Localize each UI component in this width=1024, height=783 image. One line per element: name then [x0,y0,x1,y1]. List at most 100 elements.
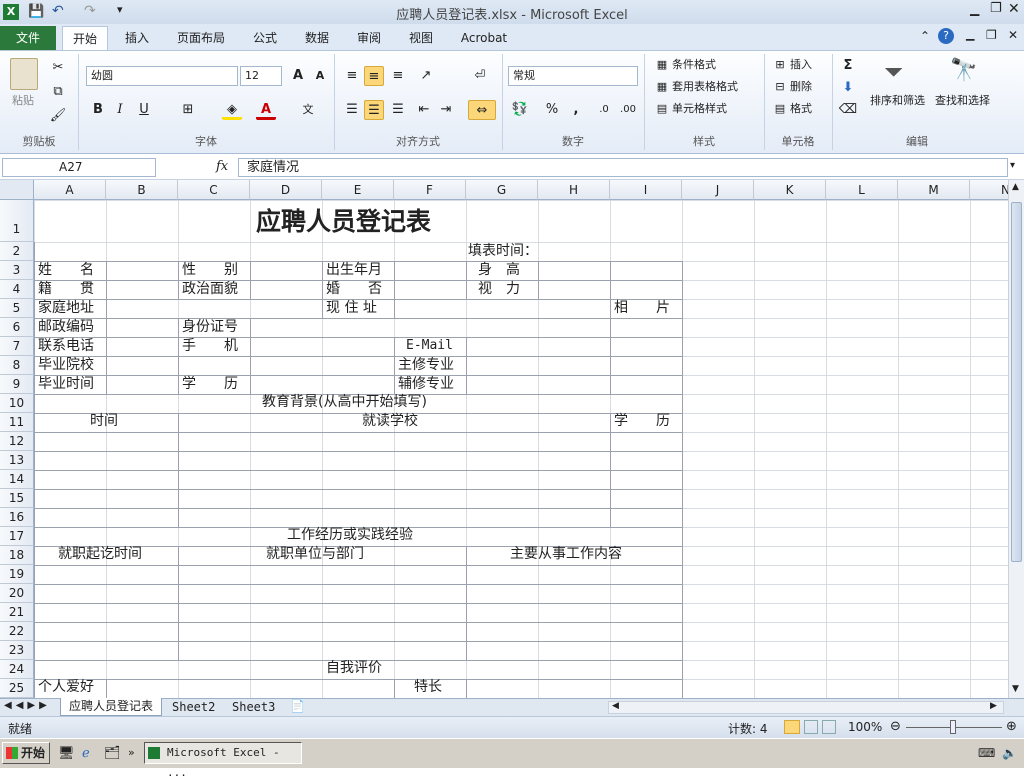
label-degree[interactable]: 学 历 [182,375,238,393]
tray-volume-icon[interactable]: 🔈 [1002,746,1017,760]
label-gender[interactable]: 性 别 [182,261,238,279]
tab-review[interactable]: 审阅 [348,26,390,50]
accounting-icon[interactable]: 💱 [510,100,530,120]
scroll-left-icon[interactable]: ◀ [612,701,619,711]
label-minor[interactable]: 辅修专业 [398,375,454,393]
cell-style-button[interactable]: 单元格样式 [672,102,727,116]
label-photo[interactable]: 相 片 [614,299,670,317]
label-zip[interactable]: 邮政编码 [38,318,94,336]
align-bottom-icon[interactable]: ≡ [388,66,408,86]
paste-button[interactable]: 粘贴 [12,94,34,108]
row-header[interactable]: 8 [0,356,34,375]
tab-home[interactable]: 开始 [62,26,108,50]
wrap-text-icon[interactable]: ⏎ [470,66,490,86]
label-address[interactable]: 家庭地址 [38,299,94,317]
label-specialty[interactable]: 特长 [414,678,442,696]
row-header[interactable]: 21 [0,603,34,622]
column-header[interactable]: H [538,180,610,200]
minimize-icon[interactable]: ▁ [970,2,979,16]
page-break-view-icon[interactable] [822,720,836,734]
name-box[interactable]: A27 [2,158,156,177]
label-phone[interactable]: 联系电话 [38,337,94,355]
tab-view[interactable]: 视图 [400,26,442,50]
quicklaunch-other-icon[interactable]: 🗂 [104,746,121,761]
row-header[interactable]: 18 [0,546,34,565]
taskbar-excel-button[interactable]: Microsoft Excel - ... [144,742,302,779]
row-header[interactable]: 15 [0,489,34,508]
label-mobile[interactable]: 手 机 [182,337,238,355]
column-header[interactable]: M [898,180,970,200]
label-school[interactable]: 毕业院校 [38,356,94,374]
label-grad-time[interactable]: 毕业时间 [38,375,94,393]
row-header[interactable]: 2 [0,242,34,261]
restore-icon[interactable]: ❐ [990,1,1002,16]
label-major[interactable]: 主修专业 [398,356,454,374]
row-header[interactable]: 3 [0,261,34,280]
grow-font-icon[interactable]: A [288,66,308,86]
formula-input[interactable]: 家庭情况 [238,158,1008,177]
phonetic-icon[interactable]: 文 [298,100,318,120]
align-center-icon[interactable]: ☰ [364,100,384,120]
doc-restore-icon[interactable]: ❐ [986,28,997,42]
paste-icon[interactable] [10,58,38,90]
close-icon[interactable]: ✕ [1008,1,1020,17]
label-degree-2[interactable]: 学 历 [614,412,670,430]
row-header[interactable]: 23 [0,641,34,660]
fill-time-label[interactable]: 填表时间： [468,242,538,260]
tab-acrobat[interactable]: Acrobat [454,26,514,50]
increase-decimal-icon[interactable]: .0 [594,100,614,120]
delete-cells-button[interactable]: 删除 [790,80,812,94]
tab-insert[interactable]: 插入 [116,26,158,50]
scroll-right-icon[interactable]: ▶ [990,701,997,711]
select-all-corner[interactable] [0,180,34,200]
sheet-tab-3[interactable]: Sheet3 [232,699,275,716]
label-height[interactable]: 身 高 [478,261,520,279]
column-header[interactable]: B [106,180,178,200]
zoom-level[interactable]: 100% [848,720,882,734]
borders-icon[interactable]: ⊞ [178,100,198,120]
label-work-unit[interactable]: 就职单位与部门 [266,545,364,563]
merge-center-icon[interactable]: ⇔ [468,100,496,120]
row-header[interactable]: 22 [0,622,34,641]
section-work-experience[interactable]: 工作经历或实践经验 [287,526,413,544]
label-school-attended[interactable]: 就读学校 [362,412,418,430]
fill-color-icon[interactable]: ◈ [222,100,242,120]
column-header[interactable]: N [970,180,1008,200]
section-education[interactable]: 教育背景(从高中开始填写) [262,393,427,411]
label-vision[interactable]: 视 力 [478,280,520,298]
worksheet-grid[interactable]: ABCDEFGHIJKLMN 1 2 3 4 5 6 7 8 9 10 11 12 13 14 15 16 17… [0,180,1008,698]
row-header[interactable]: 19 [0,565,34,584]
align-left-icon[interactable]: ☰ [342,100,362,120]
comma-icon[interactable]: , [566,100,586,120]
underline-icon[interactable]: U [134,100,154,120]
label-name[interactable]: 姓 名 [38,261,94,279]
column-header[interactable]: D [250,180,322,200]
label-native[interactable]: 籍 贯 [38,280,94,298]
tab-page-layout[interactable]: 页面布局 [170,26,232,50]
scroll-up-icon[interactable]: ▲ [1012,182,1019,192]
label-work-period[interactable]: 就职起讫时间 [58,545,142,563]
insert-function-icon[interactable]: fx [216,159,228,174]
label-politics[interactable]: 政治面貌 [182,280,238,298]
row-header[interactable]: 20 [0,584,34,603]
zoom-slider-thumb[interactable] [950,720,956,734]
label-email[interactable]: E-Mail [406,337,453,355]
sheet-nav-icon[interactable]: ◀◀▶▶ [4,700,51,711]
row-header[interactable]: 14 [0,470,34,489]
column-header[interactable]: G [466,180,538,200]
tab-data[interactable]: 数据 [296,26,338,50]
label-id[interactable]: 身份证号 [182,318,238,336]
conditional-format-button[interactable]: 条件格式 [672,58,716,72]
label-current-address[interactable]: 现 住 址 [326,299,377,317]
row-header[interactable]: 6 [0,318,34,337]
ribbon-collapse-icon[interactable]: ⌃ [920,29,930,43]
align-top-icon[interactable]: ≡ [342,66,362,86]
fill-icon[interactable]: ⬇ [838,78,858,98]
label-work-content[interactable]: 主要从事工作内容 [510,545,622,563]
sort-filter-button[interactable]: 排序和筛选 [870,94,925,108]
font-color-icon[interactable]: A [256,100,276,120]
align-right-icon[interactable]: ☰ [388,100,408,120]
format-painter-icon[interactable]: 🖌 [48,106,68,126]
label-hobby[interactable]: 个人爱好 [38,678,94,696]
normal-view-icon[interactable] [784,720,800,734]
